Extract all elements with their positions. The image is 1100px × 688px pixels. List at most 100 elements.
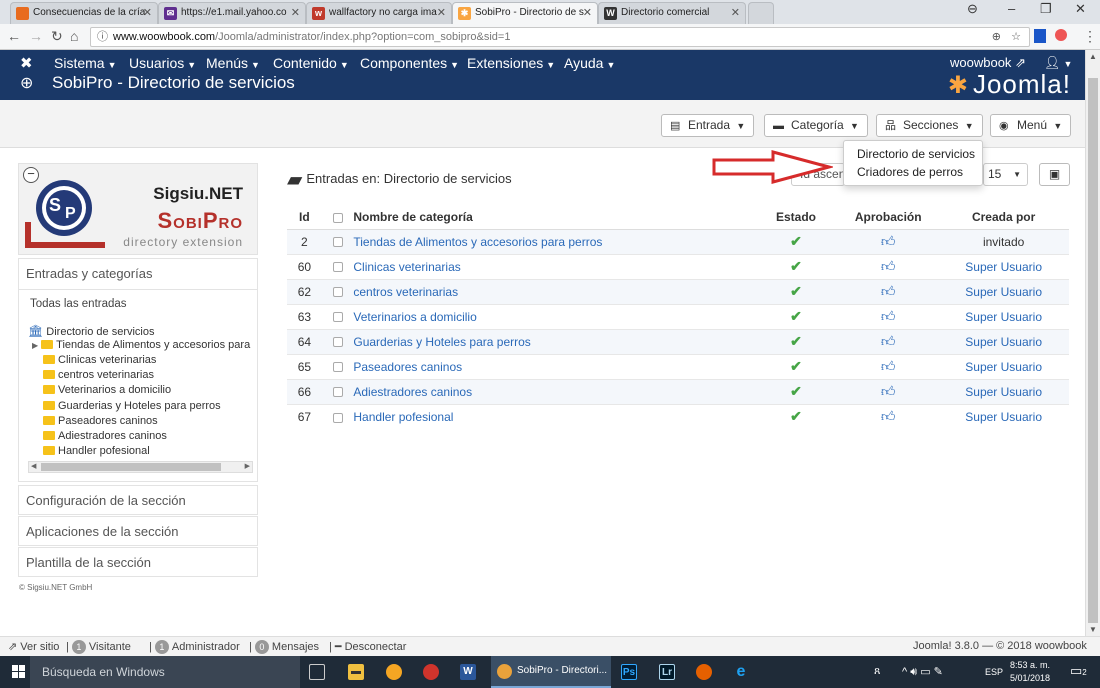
row-state[interactable]: ✔ xyxy=(753,228,839,254)
categoria-button[interactable]: ▬ Categoría ▼ xyxy=(764,114,868,137)
col-name-header[interactable]: Nombre de categoría xyxy=(353,205,754,230)
tree-item[interactable]: Guarderias y Hoteles para perros xyxy=(43,400,221,412)
col-id-header[interactable]: Id xyxy=(287,205,322,230)
firefox-icon[interactable] xyxy=(696,664,712,680)
task-view-icon[interactable] xyxy=(309,664,325,680)
zoom-icon[interactable]: ⊕ xyxy=(992,28,1001,46)
all-entries-link[interactable]: Todas las entradas xyxy=(30,298,127,310)
secciones-button[interactable]: 品 Secciones ▼ xyxy=(876,114,983,137)
scroll-left-icon[interactable]: ◀ xyxy=(31,462,36,470)
tree-item[interactable]: Veterinarios a domicilio xyxy=(43,384,171,396)
view-site-link[interactable]: ⇗ Ver sitio xyxy=(8,640,59,653)
row-approval[interactable]: 👍︎ xyxy=(838,253,939,279)
row-checkbox[interactable] xyxy=(321,378,354,404)
language-indicator[interactable]: ESP xyxy=(985,667,1003,677)
tree-item[interactable]: ▶ Tiendas de Alimentos y accesorios para xyxy=(32,339,250,351)
ie-icon[interactable]: e xyxy=(733,664,749,680)
sidebar-apps-section[interactable]: Aplicaciones de la sección xyxy=(18,516,258,546)
row-created-by[interactable]: Super Usuario xyxy=(938,378,1069,404)
row-created-by[interactable]: Super Usuario xyxy=(938,278,1069,304)
close-icon[interactable]: ✕ xyxy=(731,3,740,23)
sidebar-template-section[interactable]: Plantilla de la sección xyxy=(18,547,258,577)
back-icon[interactable]: ← xyxy=(7,28,21,44)
scroll-up-icon[interactable]: ▲ xyxy=(1089,52,1097,61)
row-checkbox[interactable] xyxy=(321,253,354,279)
col-approval-header[interactable]: Aprobación xyxy=(838,205,939,230)
row-state[interactable]: ✔ xyxy=(753,328,839,354)
menu-contenido[interactable]: Contenido ▼ xyxy=(273,55,349,71)
row-checkbox[interactable] xyxy=(321,278,354,304)
sidebar-config-section[interactable]: Configuración de la sección xyxy=(18,485,258,515)
row-checkbox[interactable] xyxy=(321,403,354,429)
browser-tab[interactable]: ✉ https://e1.mail.yahoo.co ✕ xyxy=(158,2,306,24)
col-state-header[interactable]: Estado xyxy=(753,205,839,230)
browser-menu-icon[interactable]: ⋮ xyxy=(1083,28,1097,45)
tree-item[interactable]: Clinicas veterinarias xyxy=(43,354,156,366)
menu-menus[interactable]: Menús ▼ xyxy=(206,55,260,71)
url-input[interactable]: ⓘ www.woowbook.com/Joomla/administrator/… xyxy=(90,27,1030,47)
browser-tab[interactable]: W Directorio comercial ✕ xyxy=(598,2,746,24)
row-state[interactable]: ✔ xyxy=(753,403,839,429)
row-name-link[interactable]: centros veterinarias xyxy=(353,278,754,304)
row-state[interactable]: ✔ xyxy=(753,353,839,379)
tree-item[interactable]: Handler pofesional xyxy=(43,445,150,457)
sidebar-entries-section[interactable]: Entradas y categorías xyxy=(18,258,258,290)
close-icon[interactable]: ✕ xyxy=(437,3,446,23)
windows-start-icon[interactable] xyxy=(12,665,26,679)
home-icon[interactable]: ⌂ xyxy=(70,28,78,44)
row-name-link[interactable]: Clinicas veterinarias xyxy=(353,253,754,279)
row-state[interactable]: ✔ xyxy=(753,378,839,404)
close-icon[interactable]: ✕ xyxy=(291,3,300,23)
menu-componentes[interactable]: Componentes ▼ xyxy=(360,55,459,71)
menu-extensiones[interactable]: Extensiones ▼ xyxy=(467,55,555,71)
row-approval[interactable]: 👍︎ xyxy=(838,403,939,429)
logout-link[interactable]: | ━ Desconectar xyxy=(329,640,406,653)
row-created-by[interactable]: Super Usuario xyxy=(938,303,1069,329)
row-created-by[interactable]: Super Usuario xyxy=(938,403,1069,429)
word-icon[interactable]: W xyxy=(460,664,476,680)
dropdown-item-directorio[interactable]: Directorio de servicios xyxy=(844,145,982,163)
browser-tab-active[interactable]: ✱ SobiPro - Directorio de s ✕ xyxy=(452,2,598,24)
row-approval[interactable]: 👍︎ xyxy=(838,353,939,379)
messages-status[interactable]: | 0 Mensajes xyxy=(249,640,319,654)
tree-item[interactable]: Adiestradores caninos xyxy=(43,430,167,442)
entrada-button[interactable]: ▤ Entrada ▼ xyxy=(661,114,755,137)
menu-button[interactable]: ◉ Menú ▼ xyxy=(990,114,1072,137)
row-name-link[interactable]: Tiendas de Alimentos y accesorios para p… xyxy=(353,228,754,254)
row-name-link[interactable]: Paseadores caninos xyxy=(353,353,754,379)
clock[interactable]: 8:53 a. m. 5/01/2018 xyxy=(1010,659,1050,685)
maximize-icon[interactable]: ❐ xyxy=(1040,1,1052,17)
menu-usuarios[interactable]: Usuarios ▼ xyxy=(129,55,196,71)
page-scrollbar[interactable]: ▲ ▼ xyxy=(1085,50,1100,636)
row-name-link[interactable]: Guarderias y Hoteles para perros xyxy=(353,328,754,354)
scroll-thumb[interactable] xyxy=(1088,78,1098,623)
photoshop-icon[interactable]: Ps xyxy=(621,664,637,680)
extension-icon[interactable] xyxy=(1034,29,1046,43)
tray-icons[interactable]: ^ 🔊︎ ▭ ✎ xyxy=(902,665,943,679)
forward-icon[interactable]: → xyxy=(29,28,43,44)
tree-scrollbar[interactable]: ◀ ▶ xyxy=(28,461,253,473)
new-tab-button[interactable] xyxy=(748,2,774,24)
row-created-by[interactable]: Super Usuario xyxy=(938,353,1069,379)
row-approval[interactable]: 👍︎ xyxy=(838,278,939,304)
app-icon[interactable] xyxy=(423,664,439,680)
row-checkbox[interactable] xyxy=(321,303,354,329)
row-created-by[interactable]: Super Usuario xyxy=(938,253,1069,279)
close-icon[interactable]: ✕ xyxy=(143,3,152,23)
tree-scroll-thumb[interactable] xyxy=(41,463,221,471)
row-checkbox[interactable] xyxy=(321,353,354,379)
select-all-checkbox[interactable] xyxy=(321,205,354,230)
file-explorer-icon[interactable]: ▬ xyxy=(348,664,364,680)
joomla-logo-icon[interactable]: ✖ xyxy=(20,54,33,72)
menu-ayuda[interactable]: Ayuda ▼ xyxy=(564,55,615,71)
row-checkbox[interactable] xyxy=(321,228,354,254)
dropdown-item-criadores[interactable]: Criadores de perros xyxy=(844,163,982,181)
tree-item[interactable]: centros veterinarias xyxy=(43,369,154,381)
lightroom-icon[interactable]: Lr xyxy=(659,664,675,680)
notifications-icon[interactable]: ▭2 xyxy=(1070,663,1087,679)
limit-select[interactable]: 15 ▼ xyxy=(983,163,1028,186)
star-icon[interactable]: ☆ xyxy=(1011,28,1021,46)
browser-tab[interactable]: w wallfactory no carga ima ✕ xyxy=(306,2,452,24)
row-approval[interactable]: 👍︎ xyxy=(838,328,939,354)
tree-root[interactable]: 🏛︎ Directorio de servicios xyxy=(28,324,155,338)
